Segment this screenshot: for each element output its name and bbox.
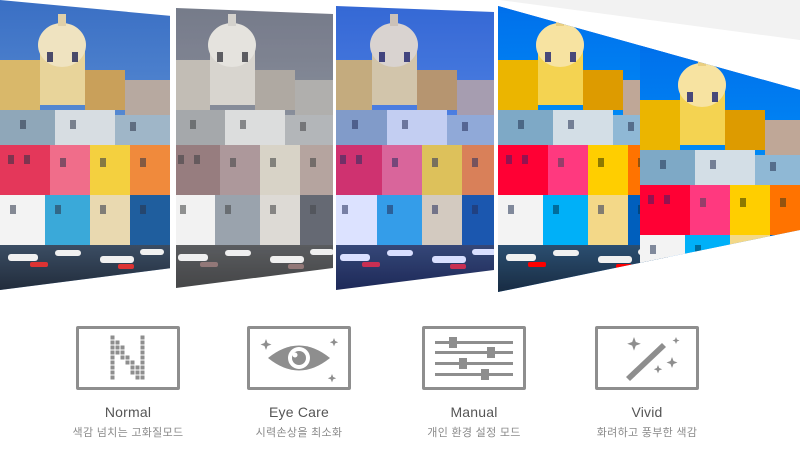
- mode-name: Normal: [104, 404, 152, 420]
- mode-description: 시력손상을 최소화: [255, 427, 343, 439]
- panel-strip: [0, 0, 800, 300]
- photo-panel-manual: [336, 6, 494, 290]
- magic-wand-icon: [595, 326, 699, 390]
- eye-icon: [247, 326, 351, 390]
- mode-description: 화려하고 풍부한 색감: [596, 427, 698, 439]
- letter-n-icon: [76, 326, 180, 390]
- mode-name: Manual: [450, 404, 498, 420]
- mode-description: 개인 환경 설정 모드: [427, 427, 521, 439]
- mode-name: Eye Care: [269, 404, 329, 420]
- mode-list: Normal 색감 넘치는 고화질모드 Eye Care 시력손상을 최소화 M…: [0, 320, 800, 452]
- photo-panel-eye-care: [176, 8, 333, 288]
- mode-description: 색감 넘치는 고화질모드: [72, 427, 184, 439]
- mode-vivid[interactable]: Vivid 화려하고 풍부한 색감: [562, 320, 732, 440]
- photo-panel-normal: [0, 0, 170, 290]
- mode-manual[interactable]: Manual 개인 환경 설정 모드: [389, 320, 559, 440]
- sliders-icon: [422, 326, 526, 390]
- mode-normal[interactable]: Normal 색감 넘치는 고화질모드: [43, 320, 213, 440]
- mode-eye-care[interactable]: Eye Care 시력손상을 최소화: [214, 320, 384, 440]
- mode-name: Vivid: [631, 404, 663, 420]
- picture-mode-comparison: [0, 0, 800, 300]
